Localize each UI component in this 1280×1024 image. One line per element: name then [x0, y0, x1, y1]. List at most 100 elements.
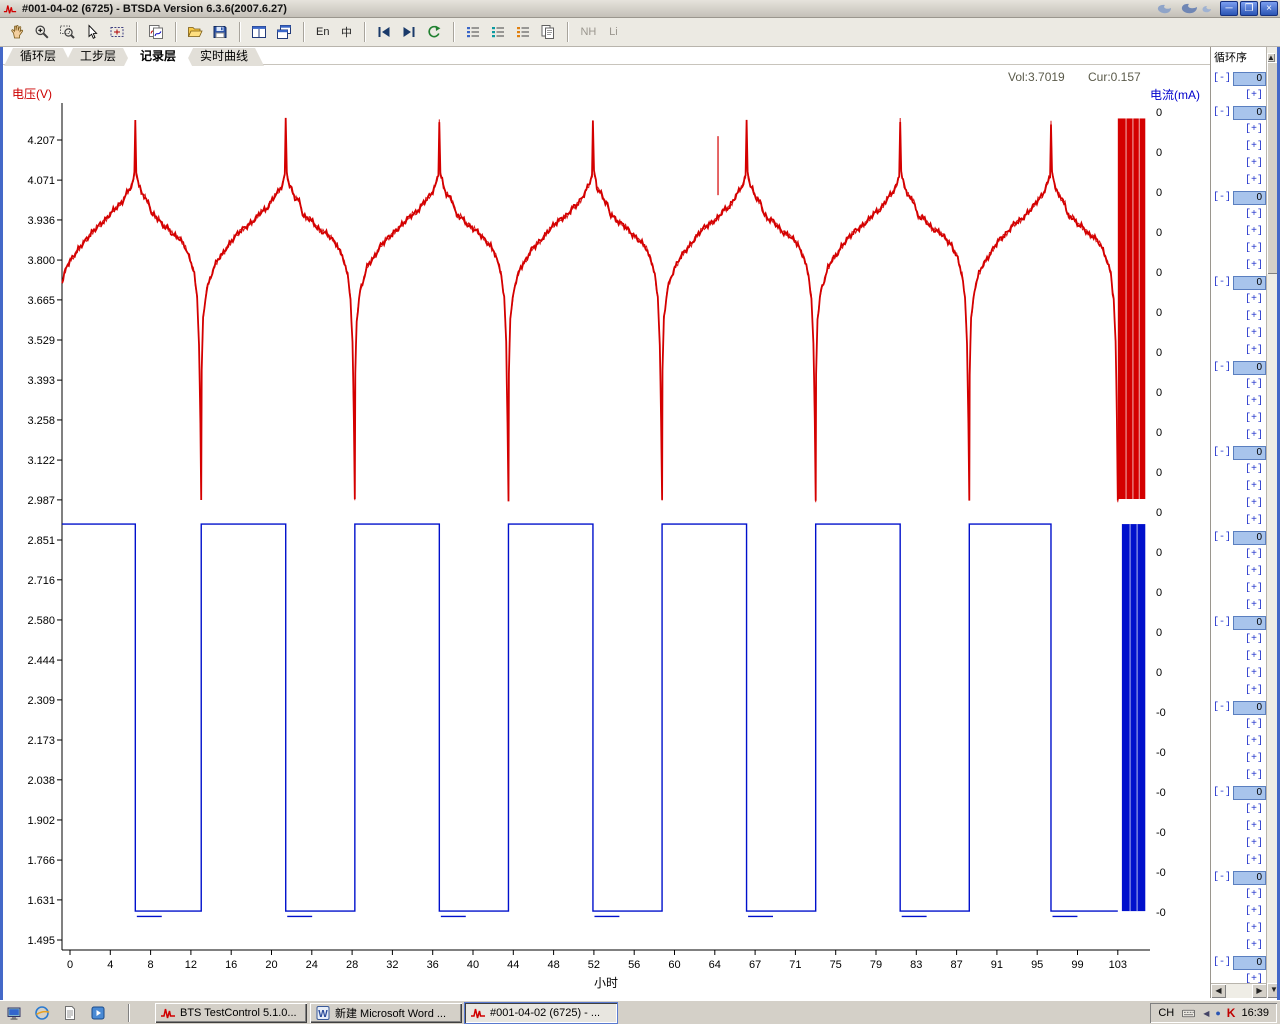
collapse-icon[interactable]: [-]: [1213, 957, 1231, 968]
cycle-node-row[interactable]: [-] 0: [1211, 869, 1266, 886]
cycle-node-row[interactable]: [-] 0: [1211, 529, 1266, 546]
data-select-tool[interactable]: [105, 20, 129, 44]
show-desktop-button[interactable]: [4, 1004, 24, 1022]
expand-icon[interactable]: [+]: [1245, 379, 1263, 390]
cycle-child-row[interactable]: [+]: [1211, 87, 1266, 104]
battery-type-nh[interactable]: NH: [575, 20, 601, 44]
chart-canvas[interactable]: Vol:3.7019 Cur:0.157 电压(V) 电流(mA) 4.207 4.071…: [0, 65, 1210, 998]
collapse-icon[interactable]: [-]: [1213, 787, 1231, 798]
cycle-child-row[interactable]: [+]: [1211, 325, 1266, 342]
cycle-child-row[interactable]: [+]: [1211, 342, 1266, 359]
cycle-child-row[interactable]: [+]: [1211, 801, 1266, 818]
expand-icon[interactable]: [+]: [1245, 498, 1263, 509]
expand-icon[interactable]: [+]: [1245, 583, 1263, 594]
cycle-child-row[interactable]: [+]: [1211, 597, 1266, 614]
cycle-child-row[interactable]: [+]: [1211, 886, 1266, 903]
collapse-icon[interactable]: [-]: [1213, 702, 1231, 713]
quick-launch-doc-button[interactable]: [60, 1004, 80, 1022]
cycle-child-row[interactable]: [+]: [1211, 716, 1266, 733]
cycle-child-row[interactable]: [+]: [1211, 495, 1266, 512]
first-record-button[interactable]: [372, 20, 396, 44]
expand-icon[interactable]: [+]: [1245, 923, 1263, 934]
cycle-node-row[interactable]: [-] 0: [1211, 274, 1266, 291]
cycle-child-row[interactable]: [+]: [1211, 223, 1266, 240]
cycle-child-row[interactable]: [+]: [1211, 308, 1266, 325]
cycle-node-row[interactable]: [-] 0: [1211, 444, 1266, 461]
collapse-icon[interactable]: [-]: [1213, 872, 1231, 883]
title-bar[interactable]: #001-04-02 (6725) - BTSDA Version 6.3.6(…: [0, 0, 1280, 18]
expand-icon[interactable]: [+]: [1245, 294, 1263, 305]
internet-explorer-button[interactable]: [32, 1004, 52, 1022]
cycle-child-row[interactable]: [+]: [1211, 920, 1266, 937]
save-file-button[interactable]: [208, 20, 232, 44]
task-button-3[interactable]: #001-04-02 (6725) - ...: [464, 1002, 618, 1024]
expand-icon[interactable]: [+]: [1245, 838, 1263, 849]
cycle-node-row[interactable]: [-] 0: [1211, 784, 1266, 801]
cycle-node-row[interactable]: [-] 0: [1211, 70, 1266, 87]
expand-icon[interactable]: [+]: [1245, 328, 1263, 339]
collapse-icon[interactable]: [-]: [1213, 192, 1231, 203]
expand-icon[interactable]: [+]: [1245, 906, 1263, 917]
cycle-child-row[interactable]: [+]: [1211, 155, 1266, 172]
cycle-child-row[interactable]: [+]: [1211, 291, 1266, 308]
expand-icon[interactable]: [+]: [1245, 158, 1263, 169]
cycle-child-row[interactable]: [+]: [1211, 750, 1266, 767]
tray-status-icon[interactable]: ●: [1215, 1008, 1220, 1018]
cycle-child-row[interactable]: [+]: [1211, 512, 1266, 529]
expand-icon[interactable]: [+]: [1245, 600, 1263, 611]
collapse-icon[interactable]: [-]: [1213, 73, 1231, 84]
cycle-child-row[interactable]: [+]: [1211, 665, 1266, 682]
cycle-child-row[interactable]: [+]: [1211, 682, 1266, 699]
cycle-child-row[interactable]: [+]: [1211, 733, 1266, 750]
expand-icon[interactable]: [+]: [1245, 311, 1263, 322]
cycle-node-row[interactable]: [-] 0: [1211, 699, 1266, 716]
list-view-3-button[interactable]: [511, 20, 535, 44]
cycle-node-row[interactable]: [-] 0: [1211, 189, 1266, 206]
cycle-child-row[interactable]: [+]: [1211, 393, 1266, 410]
expand-icon[interactable]: [+]: [1245, 668, 1263, 679]
expand-icon[interactable]: [+]: [1245, 345, 1263, 356]
expand-icon[interactable]: [+]: [1245, 736, 1263, 747]
expand-icon[interactable]: [+]: [1245, 464, 1263, 475]
expand-icon[interactable]: [+]: [1245, 753, 1263, 764]
lang-en-button[interactable]: En: [311, 20, 334, 44]
expand-icon[interactable]: [+]: [1245, 90, 1263, 101]
task-button-1[interactable]: BTS TestControl 5.1.0...: [155, 1003, 307, 1023]
language-indicator[interactable]: CH: [1158, 1007, 1174, 1019]
battery-type-li[interactable]: Li: [602, 20, 624, 44]
list-view-2-button[interactable]: [486, 20, 510, 44]
expand-icon[interactable]: [+]: [1245, 804, 1263, 815]
cycle-child-row[interactable]: [+]: [1211, 121, 1266, 138]
tile-windows-button[interactable]: [247, 20, 271, 44]
tab-3[interactable]: 记录层: [124, 48, 192, 66]
expand-icon[interactable]: [+]: [1245, 481, 1263, 492]
cycle-node-row[interactable]: [-] 0: [1211, 954, 1266, 971]
expand-icon[interactable]: [+]: [1245, 226, 1263, 237]
expand-icon[interactable]: [+]: [1245, 260, 1263, 271]
expand-icon[interactable]: [+]: [1245, 974, 1263, 983]
cycle-child-row[interactable]: [+]: [1211, 478, 1266, 495]
expand-icon[interactable]: [+]: [1245, 430, 1263, 441]
tab-4[interactable]: 实时曲线: [184, 48, 264, 66]
tray-arrow-icon[interactable]: ◀: [1203, 1009, 1209, 1018]
tab-1[interactable]: 循环层: [4, 48, 72, 66]
cycle-child-row[interactable]: [+]: [1211, 427, 1266, 444]
expand-icon[interactable]: [+]: [1245, 634, 1263, 645]
cycle-child-row[interactable]: [+]: [1211, 937, 1266, 954]
cycle-child-row[interactable]: [+]: [1211, 172, 1266, 189]
tab-2[interactable]: 工步层: [64, 48, 132, 66]
expand-icon[interactable]: [+]: [1245, 515, 1263, 526]
cycle-node-row[interactable]: [-] 0: [1211, 104, 1266, 121]
pan-tool[interactable]: [5, 20, 29, 44]
expand-icon[interactable]: [+]: [1245, 141, 1263, 152]
expand-icon[interactable]: [+]: [1245, 124, 1263, 135]
cycle-child-row[interactable]: [+]: [1211, 546, 1266, 563]
open-file-button[interactable]: [183, 20, 207, 44]
cycle-child-row[interactable]: [+]: [1211, 376, 1266, 393]
minimize-button[interactable]: ─: [1220, 1, 1238, 16]
pointer-tool[interactable]: [80, 20, 104, 44]
cycle-child-row[interactable]: [+]: [1211, 767, 1266, 784]
expand-icon[interactable]: [+]: [1245, 651, 1263, 662]
quick-launch-media-button[interactable]: [88, 1004, 108, 1022]
cycle-child-row[interactable]: [+]: [1211, 903, 1266, 920]
